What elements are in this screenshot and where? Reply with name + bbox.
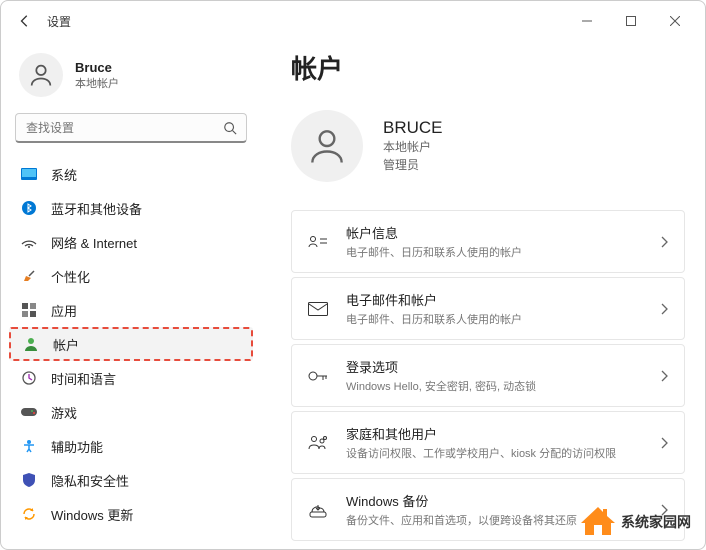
shield-icon [21, 472, 37, 488]
card-family-users[interactable]: 家庭和其他用户 设备访问权限、工作或学校用户、kiosk 分配的访问权限 [291, 411, 685, 474]
card-signin-options[interactable]: 登录选项 Windows Hello, 安全密钥, 密码, 动态锁 [291, 344, 685, 407]
chevron-right-icon [660, 437, 668, 449]
minimize-button[interactable] [565, 5, 609, 37]
back-button[interactable] [9, 5, 41, 37]
page-title: 帐户 [291, 49, 685, 86]
key-icon [308, 366, 328, 386]
sidebar-item-bluetooth[interactable]: 蓝牙和其他设备 [9, 191, 253, 225]
house-icon [581, 507, 615, 537]
gaming-icon [21, 404, 37, 420]
window-controls [565, 5, 697, 37]
sidebar-item-privacy[interactable]: 隐私和安全性 [9, 463, 253, 497]
profile-name: BRUCE [383, 118, 443, 138]
profile-sub2: 管理员 [383, 156, 443, 174]
maximize-button[interactable] [609, 5, 653, 37]
nav-label: 游戏 [51, 403, 77, 422]
nav-label: 帐户 [53, 335, 79, 354]
card-desc: 电子邮件、日历和联系人使用的帐户 [346, 311, 642, 327]
sidebar-user[interactable]: Bruce 本地帐户 [9, 47, 253, 113]
titlebar: 设置 [1, 1, 705, 41]
profile-block: BRUCE 本地帐户 管理员 [291, 110, 685, 182]
update-icon [21, 506, 37, 522]
watermark: 系统家园网 [581, 507, 691, 537]
nav-label: 时间和语言 [51, 369, 116, 388]
family-icon [308, 433, 328, 453]
card-desc: Windows Hello, 安全密钥, 密码, 动态锁 [346, 378, 642, 394]
sidebar-item-network[interactable]: 网络 & Internet [9, 225, 253, 259]
search-wrap [15, 113, 247, 143]
nav-label: 应用 [51, 301, 77, 320]
sidebar-user-name: Bruce [75, 60, 119, 75]
account-icon [23, 336, 39, 352]
search-input[interactable] [15, 113, 247, 143]
bluetooth-icon [21, 200, 37, 216]
minimize-icon [582, 16, 592, 26]
sidebar-user-sub: 本地帐户 [75, 75, 119, 91]
nav-label: Windows 更新 [51, 505, 133, 524]
card-title: 电子邮件和帐户 [346, 290, 642, 309]
chevron-right-icon [660, 303, 668, 315]
sidebar-item-gaming[interactable]: 游戏 [9, 395, 253, 429]
nav-label: 蓝牙和其他设备 [51, 199, 142, 218]
sidebar-item-time[interactable]: 时间和语言 [9, 361, 253, 395]
chevron-right-icon [660, 236, 668, 248]
watermark-text: 系统家园网 [621, 512, 691, 532]
nav-label: 隐私和安全性 [51, 471, 129, 490]
profile-avatar[interactable] [291, 110, 363, 182]
profile-sub1: 本地帐户 [383, 138, 443, 156]
main-content: 帐户 BRUCE 本地帐户 管理员 帐户信息 电子邮件、日历和联系人使用的帐户 [261, 41, 705, 549]
sidebar-item-system[interactable]: 系统 [9, 157, 253, 191]
clock-icon [21, 370, 37, 386]
card-title: 登录选项 [346, 357, 642, 376]
id-card-icon [308, 232, 328, 252]
brush-icon [21, 268, 37, 284]
sidebar-item-personalization[interactable]: 个性化 [9, 259, 253, 293]
sidebar-item-accessibility[interactable]: 辅助功能 [9, 429, 253, 463]
search-icon [223, 121, 237, 135]
card-desc: 电子邮件、日历和联系人使用的帐户 [346, 244, 642, 260]
close-button[interactable] [653, 5, 697, 37]
nav-label: 系统 [51, 165, 77, 184]
apps-icon [21, 302, 37, 318]
nav-label: 个性化 [51, 267, 90, 286]
window-title: 设置 [47, 13, 71, 30]
accessibility-icon [21, 438, 37, 454]
arrow-left-icon [18, 14, 32, 28]
mail-icon [308, 299, 328, 319]
card-title: 帐户信息 [346, 223, 642, 242]
maximize-icon [626, 16, 636, 26]
network-icon [21, 234, 37, 250]
system-icon [21, 166, 37, 182]
sidebar-item-update[interactable]: Windows 更新 [9, 497, 253, 531]
nav-label: 辅助功能 [51, 437, 103, 456]
chevron-right-icon [660, 370, 668, 382]
backup-icon [308, 500, 328, 520]
card-account-info[interactable]: 帐户信息 电子邮件、日历和联系人使用的帐户 [291, 210, 685, 273]
person-icon [27, 61, 55, 89]
sidebar-item-apps[interactable]: 应用 [9, 293, 253, 327]
sidebar-item-accounts[interactable]: 帐户 [9, 327, 253, 361]
card-email-accounts[interactable]: 电子邮件和帐户 电子邮件、日历和联系人使用的帐户 [291, 277, 685, 340]
card-title: 家庭和其他用户 [346, 424, 642, 443]
nav-label: 网络 & Internet [51, 233, 137, 252]
close-icon [670, 16, 680, 26]
avatar [19, 53, 63, 97]
sidebar: Bruce 本地帐户 系统 蓝牙和其他设备 网络 & Internet 个性化 [1, 41, 261, 549]
person-icon [305, 124, 349, 168]
card-desc: 设备访问权限、工作或学校用户、kiosk 分配的访问权限 [346, 445, 642, 461]
